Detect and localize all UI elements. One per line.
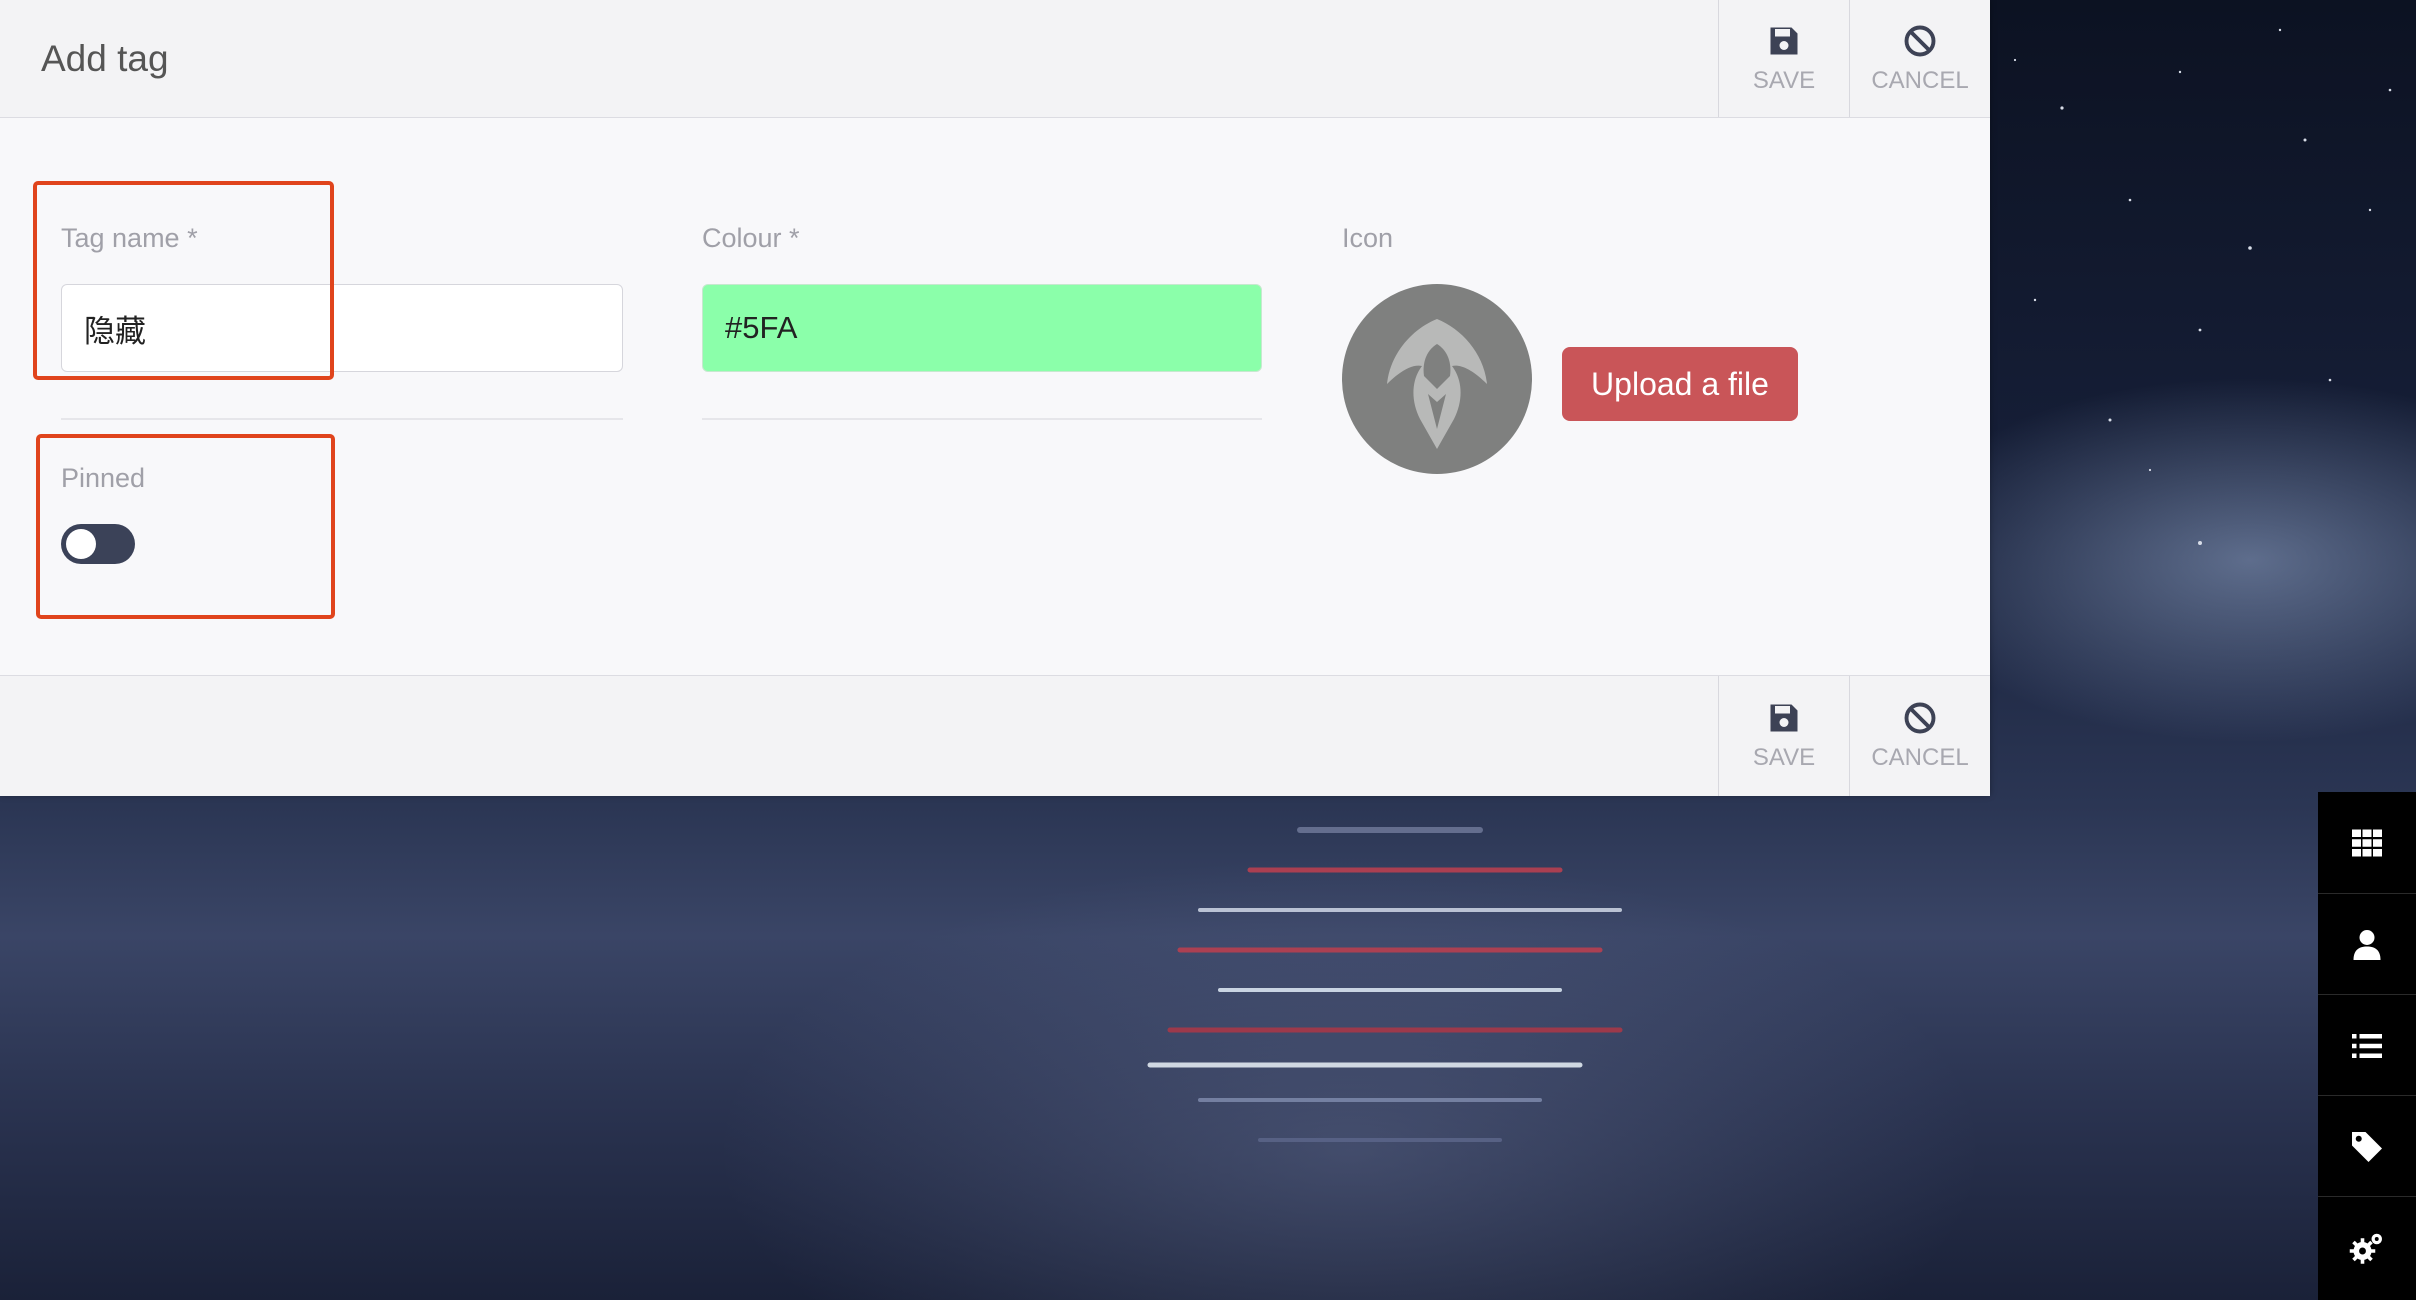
icon-label: Icon — [1342, 223, 1394, 253]
ban-icon — [1904, 702, 1936, 734]
tag-icon-preview — [1342, 284, 1532, 474]
floppy-disk-icon — [1770, 704, 1798, 732]
save-button[interactable]: SAVE — [1718, 676, 1849, 796]
dock-item-settings[interactable] — [2318, 1196, 2416, 1298]
add-tag-modal: Add tag SAVE CANCEL Tag name * 隐藏 Colour… — [0, 0, 1990, 796]
tag-icon — [2352, 1131, 2382, 1162]
cancel-label: CANCEL — [1871, 66, 1969, 94]
cogs-icon — [2349, 1233, 2382, 1264]
list-icon — [2352, 1033, 2382, 1058]
side-dock — [2318, 792, 2416, 1300]
cancel-button[interactable]: CANCEL — [1849, 0, 1990, 117]
cancel-button[interactable]: CANCEL — [1849, 676, 1990, 796]
modal-header: Add tag SAVE CANCEL — [0, 0, 1990, 118]
ban-icon — [1904, 25, 1936, 56]
user-icon — [2353, 929, 2381, 960]
footer-actions: SAVE CANCEL — [1718, 676, 1990, 796]
save-label: SAVE — [1752, 744, 1816, 771]
cancel-label: CANCEL — [1871, 744, 1969, 771]
page-title: Add tag — [41, 38, 169, 79]
starfield — [2013, 28, 2392, 545]
dock-item-tags[interactable] — [2318, 1095, 2416, 1197]
water-reflection — [1147, 827, 1623, 1142]
divider — [702, 418, 1262, 420]
colour-input[interactable]: #5FA — [702, 284, 1262, 372]
dock-item-list[interactable] — [2318, 994, 2416, 1096]
helmet-emblem-icon — [1387, 319, 1487, 449]
upload-file-button[interactable]: Upload a file — [1562, 347, 1798, 421]
save-label: SAVE — [1752, 66, 1816, 94]
colour-label: Colour * — [702, 223, 800, 253]
highlight-box-tag-name — [33, 181, 334, 380]
grid-icon — [2352, 829, 2382, 856]
highlight-box-pinned — [36, 434, 335, 619]
dock-item-user[interactable] — [2318, 893, 2416, 995]
dock-item-apps[interactable] — [2318, 792, 2416, 893]
save-button[interactable]: SAVE — [1718, 0, 1849, 117]
header-actions: SAVE CANCEL — [1718, 0, 1990, 117]
modal-footer: SAVE CANCEL — [0, 675, 1990, 796]
floppy-disk-icon — [1770, 27, 1798, 54]
divider — [61, 418, 623, 420]
